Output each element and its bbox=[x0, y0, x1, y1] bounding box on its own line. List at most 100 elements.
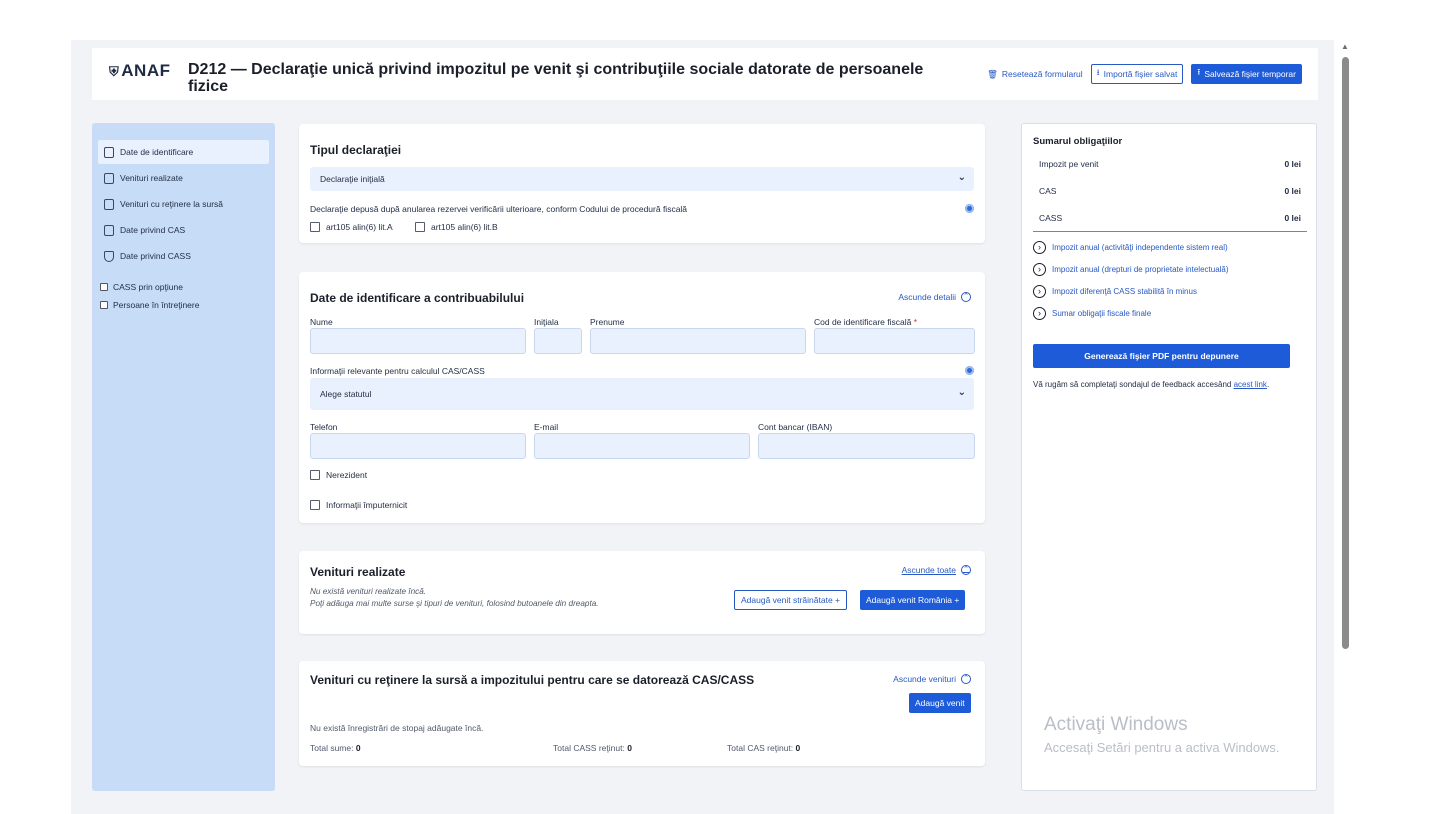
checkbox-label: Informaţii împuternicit bbox=[326, 500, 408, 510]
initiala-input[interactable] bbox=[534, 328, 582, 354]
sidebar-item-date-cass[interactable]: Date privind CASS bbox=[98, 244, 269, 268]
summary-title: Sumarul obligaţiilor bbox=[1033, 136, 1123, 147]
total-cass-value: 0 bbox=[627, 743, 632, 753]
checkbox[interactable] bbox=[415, 222, 425, 232]
venituri-retinere-title: Venituri cu reţinere la sursă a impozitu… bbox=[310, 673, 755, 687]
link-label: Impozit anual (activităţi independente s… bbox=[1052, 243, 1228, 252]
sidebar-check-label: CASS prin opţiune bbox=[113, 282, 183, 292]
sidebar: Date de identificare Venituri realizate … bbox=[92, 123, 275, 791]
sidebar-item-date-identificare[interactable]: Date de identificare bbox=[98, 140, 269, 164]
feedback-text: Vă rugăm să completaţi sondajul de feedb… bbox=[1033, 379, 1283, 390]
reset-form-button[interactable]: 🗑 Resetează formularul bbox=[987, 69, 1083, 80]
trash-icon: 🗑 bbox=[987, 68, 998, 79]
total-cas-label: Total CAS reţinut: bbox=[727, 743, 794, 753]
total-sume: Total sume: 0 bbox=[310, 743, 361, 753]
chevron-up-icon: ⌃ bbox=[961, 674, 971, 684]
total-cass-label: Total CASS reţinut: bbox=[553, 743, 625, 753]
toggle-label: Ascunde detalii bbox=[898, 292, 956, 302]
iban-label: Cont bancar (IBAN) bbox=[758, 422, 833, 432]
cif-input[interactable] bbox=[814, 328, 975, 354]
cif-label: Cod de identificare fiscală * bbox=[814, 317, 917, 327]
add-romania-income-button[interactable]: Adaugă venit România + bbox=[860, 590, 966, 610]
scrollbar-thumb[interactable] bbox=[1342, 57, 1349, 649]
sidebar-item-venituri-retinere[interactable]: Venituri cu reţinere la sursă bbox=[98, 192, 269, 216]
summary-link-activitati[interactable]: › Impozit anual (activităţi independente … bbox=[1033, 241, 1228, 254]
total-sume-label: Total sume: bbox=[310, 743, 354, 753]
telefon-input[interactable] bbox=[310, 433, 526, 459]
summary-row-impozit: Impozit pe venit 0 lei bbox=[1033, 151, 1307, 177]
empty-line-1: Nu există venituri realizate încă. bbox=[310, 587, 427, 596]
save-label: Salvează fişier temporar bbox=[1204, 69, 1296, 79]
art105-a-checkbox[interactable]: art105 alin(6) lit.A bbox=[310, 222, 393, 232]
nerezident-checkbox[interactable]: Nerezident bbox=[310, 470, 367, 480]
app-window: ⛨ ANAF D212 — Declaraţie unică privind im… bbox=[71, 40, 1334, 814]
sidebar-item-label: Date de identificare bbox=[120, 147, 194, 157]
ascunde-detalii-link[interactable]: Ascunde detalii ⌃ bbox=[898, 292, 971, 302]
summary-link-drepturi[interactable]: › Impozit anual (drepturi de proprietate … bbox=[1033, 263, 1229, 276]
statut-select[interactable]: Alege statutul ⌄ bbox=[310, 378, 974, 410]
checkbox-label: Nerezident bbox=[326, 470, 368, 480]
prenume-input[interactable] bbox=[590, 328, 806, 354]
checkbox[interactable] bbox=[310, 470, 320, 480]
chevron-up-icon: ⌃ bbox=[961, 565, 971, 575]
checkbox[interactable] bbox=[100, 301, 108, 309]
summary-panel: Sumarul obligaţiilor Impozit pe venit 0 l… bbox=[1021, 123, 1317, 791]
info-icon[interactable] bbox=[965, 366, 974, 375]
iban-input[interactable] bbox=[758, 433, 975, 459]
sidebar-check-cass-optiune[interactable]: CASS prin opţiune bbox=[98, 278, 269, 296]
nume-input[interactable] bbox=[310, 328, 526, 354]
info-icon[interactable] bbox=[965, 204, 974, 213]
tip-declaratie-title: Tipul declaraţiei bbox=[310, 143, 402, 157]
checkbox[interactable] bbox=[310, 222, 320, 232]
anaf-logo[interactable]: ⛨ ANAF bbox=[109, 61, 170, 81]
document-icon bbox=[104, 146, 114, 158]
windows-watermark-subtitle: Accesaţi Setări pentru a activa Windows. bbox=[1044, 740, 1280, 755]
copy-icon bbox=[104, 198, 114, 210]
sidebar-item-venituri-realizate[interactable]: Venituri realizate bbox=[98, 166, 269, 190]
row-label: Impozit pe venit bbox=[1039, 159, 1099, 169]
venituri-retinere-card: Venituri cu reţinere la sursă a impozitu… bbox=[299, 661, 985, 766]
download-icon: ⭳ bbox=[1096, 67, 1100, 77]
cas-cass-info-label: Informaţii relevante pentru calculul CAS… bbox=[310, 366, 485, 376]
nume-label: Nume bbox=[310, 317, 333, 327]
summary-link-diferenta-cass[interactable]: › Impozit diferenţă CASS stabilită în min… bbox=[1033, 285, 1197, 298]
toggle-label: Ascunde venituri bbox=[893, 674, 956, 684]
identificare-card: Date de identificare a contribuabilului … bbox=[299, 272, 985, 523]
scroll-up-arrow-icon[interactable]: ▲ bbox=[1341, 42, 1349, 51]
import-file-button[interactable]: ⭳ Importă fişier salvat bbox=[1090, 64, 1184, 84]
ascunde-venituri-link[interactable]: Ascunde venituri ⌃ bbox=[893, 674, 971, 684]
total-sume-value: 0 bbox=[355, 743, 361, 753]
summary-divider bbox=[1033, 231, 1307, 232]
row-value: 0 lei bbox=[1284, 186, 1301, 196]
ascunde-toate-link[interactable]: Ascunde toate ⌃ bbox=[902, 565, 971, 575]
summary-row-cas: CAS 0 lei bbox=[1033, 178, 1307, 204]
venituri-empty-text: Nu există venituri realizate încă. Poţi a… bbox=[310, 586, 599, 610]
sidebar-check-persoane-intretinere[interactable]: Persoane în întreţinere bbox=[98, 296, 269, 314]
tip-declaratie-select[interactable]: Declaraţie iniţială ⌄ bbox=[310, 167, 974, 191]
rezerva-note: Declaraţie depusă după anularea rezervei… bbox=[310, 204, 688, 214]
sidebar-item-label: Venituri realizate bbox=[120, 173, 183, 183]
add-foreign-income-button[interactable]: Adaugă venit străinătate + bbox=[734, 590, 847, 610]
row-value: 0 lei bbox=[1284, 213, 1301, 223]
sidebar-item-label: Date privind CAS bbox=[120, 225, 186, 235]
feedback-link[interactable]: acest link bbox=[1234, 380, 1267, 389]
imputernicit-checkbox[interactable]: Informaţii împuternicit bbox=[310, 500, 407, 510]
generate-pdf-button[interactable]: Generează fişier PDF pentru depunere bbox=[1033, 344, 1290, 368]
logo-text: ANAF bbox=[121, 61, 171, 80]
summary-link-sumar-final[interactable]: › Sumar obligaţii fiscale finale bbox=[1033, 307, 1151, 320]
email-input[interactable] bbox=[534, 433, 750, 459]
upload-icon: ⭱ bbox=[1197, 67, 1201, 77]
feedback-sentence: Vă rugăm să completaţi sondajul de feedb… bbox=[1033, 380, 1234, 389]
total-cas-value: 0 bbox=[795, 743, 801, 753]
total-cas: Total CAS reţinut: 0 bbox=[727, 743, 800, 753]
checkbox[interactable] bbox=[310, 500, 320, 510]
shield-icon bbox=[104, 250, 114, 262]
checkbox[interactable] bbox=[100, 283, 108, 291]
chevron-right-icon: › bbox=[1033, 241, 1046, 254]
chevron-down-icon: ⌄ bbox=[957, 387, 966, 398]
art105-b-checkbox[interactable]: art105 alin(6) lit.B bbox=[415, 222, 498, 232]
sidebar-item-date-cas[interactable]: Date privind CAS bbox=[98, 218, 269, 242]
add-income-button[interactable]: Adaugă venit bbox=[909, 693, 971, 713]
save-temp-file-button[interactable]: ⭱ Salvează fişier temporar bbox=[1191, 64, 1302, 84]
